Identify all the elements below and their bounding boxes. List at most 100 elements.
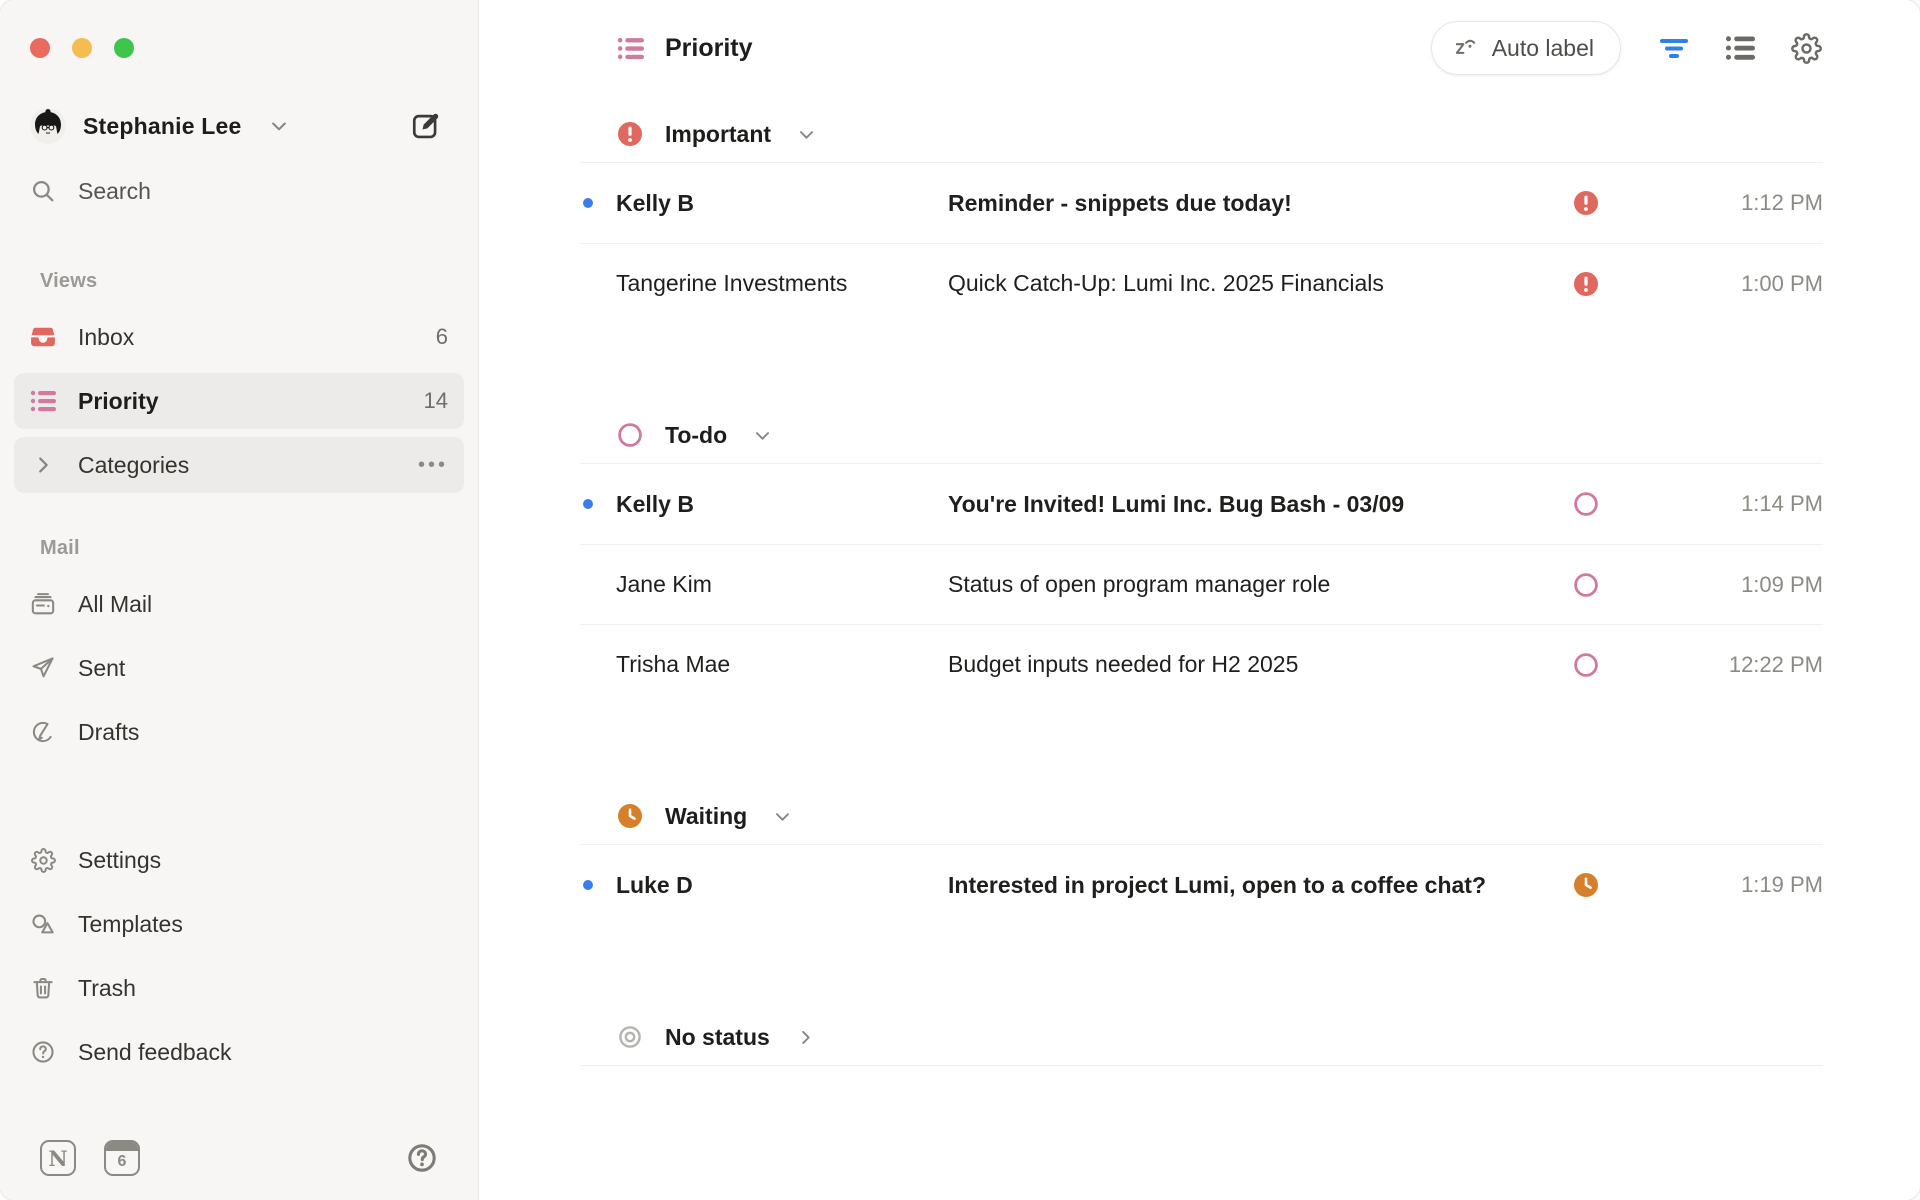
auto-label-icon bbox=[1452, 35, 1478, 61]
section-todo: To-do Kelly B You're Invited! Lumi Inc. … bbox=[580, 407, 1823, 704]
email-time: 1:09 PM bbox=[1655, 572, 1823, 598]
views-section-label: Views bbox=[40, 270, 478, 293]
inbox-count-badge: 6 bbox=[436, 324, 448, 350]
sidebar-item-label: Send feedback bbox=[78, 1039, 231, 1066]
email-subject: Status of open program manager role bbox=[948, 571, 1573, 598]
sidebar-item-categories[interactable]: Categories ••• bbox=[14, 437, 464, 493]
sidebar-item-all-mail[interactable]: All Mail bbox=[14, 576, 464, 632]
chevron-down-icon bbox=[753, 426, 772, 445]
inbox-icon bbox=[30, 324, 56, 350]
sidebar: Stephanie Lee Search Views bbox=[0, 0, 479, 1200]
close-window-button[interactable] bbox=[30, 38, 50, 58]
priority-list-icon bbox=[30, 388, 56, 414]
email-row[interactable]: Jane Kim Status of open program manager … bbox=[580, 544, 1823, 624]
email-sender: Kelly B bbox=[616, 491, 948, 518]
important-icon bbox=[617, 121, 643, 147]
sidebar-item-templates[interactable]: Templates bbox=[14, 896, 464, 952]
paper-plane-icon bbox=[30, 655, 56, 681]
email-row[interactable]: Kelly B You're Invited! Lumi Inc. Bug Ba… bbox=[580, 464, 1823, 544]
section-waiting: Waiting Luke D Interested in project Lum… bbox=[580, 788, 1823, 925]
sidebar-bottom-bar: N 6 bbox=[40, 1138, 442, 1178]
email-sender: Tangerine Investments bbox=[616, 270, 948, 297]
email-sender: Kelly B bbox=[616, 190, 948, 217]
minimize-window-button[interactable] bbox=[72, 38, 92, 58]
sidebar-item-inbox[interactable]: Inbox 6 bbox=[14, 309, 464, 365]
help-button[interactable] bbox=[402, 1138, 442, 1178]
chevron-down-icon bbox=[797, 125, 816, 144]
email-row[interactable]: Trisha Mae Budget inputs needed for H2 2… bbox=[580, 624, 1823, 704]
waiting-clock-icon bbox=[617, 803, 643, 829]
search-icon bbox=[30, 178, 56, 204]
unread-dot bbox=[583, 198, 593, 208]
email-row[interactable]: Luke D Interested in project Lumi, open … bbox=[580, 845, 1823, 925]
priority-list-icon bbox=[617, 35, 643, 61]
email-time: 1:12 PM bbox=[1655, 190, 1823, 216]
email-time: 1:00 PM bbox=[1655, 271, 1823, 297]
search-label: Search bbox=[78, 178, 151, 205]
categories-more-button[interactable]: ••• bbox=[418, 454, 448, 477]
notion-glyph: N bbox=[48, 1146, 67, 1171]
section-header-waiting[interactable]: Waiting bbox=[580, 788, 1823, 844]
priority-count-badge: 14 bbox=[424, 388, 448, 414]
no-status-icon bbox=[617, 1024, 643, 1050]
chevron-right-icon bbox=[30, 452, 56, 478]
status-todo-icon[interactable] bbox=[1573, 652, 1599, 678]
draft-pencil-icon bbox=[30, 719, 56, 745]
sidebar-item-label: Priority bbox=[78, 388, 159, 415]
email-sender: Trisha Mae bbox=[616, 651, 948, 678]
auto-label-button[interactable]: Auto label bbox=[1431, 21, 1621, 75]
email-subject: Quick Catch-Up: Lumi Inc. 2025 Financial… bbox=[948, 270, 1573, 297]
email-subject: You're Invited! Lumi Inc. Bug Bash - 03/… bbox=[948, 491, 1573, 518]
unread-dot bbox=[583, 580, 593, 590]
email-subject: Reminder - snippets due today! bbox=[948, 190, 1573, 217]
sidebar-item-send-feedback[interactable]: Send feedback bbox=[14, 1024, 464, 1080]
question-circle-icon bbox=[30, 1039, 56, 1065]
status-todo-icon[interactable] bbox=[1573, 572, 1599, 598]
email-subject: Budget inputs needed for H2 2025 bbox=[948, 651, 1573, 678]
sidebar-item-label: Settings bbox=[78, 847, 161, 874]
account-switcher[interactable]: Stephanie Lee bbox=[30, 108, 289, 144]
section-header-no-status[interactable]: No status bbox=[580, 1009, 1823, 1065]
sidebar-item-settings[interactable]: Settings bbox=[14, 832, 464, 888]
account-row: Stephanie Lee bbox=[14, 102, 464, 150]
chevron-down-icon bbox=[269, 116, 289, 136]
zoom-window-button[interactable] bbox=[114, 38, 134, 58]
email-time: 1:19 PM bbox=[1655, 872, 1823, 898]
status-todo-icon[interactable] bbox=[1573, 491, 1599, 517]
email-time: 12:22 PM bbox=[1655, 652, 1823, 678]
notion-logo-icon[interactable]: N bbox=[40, 1140, 76, 1176]
window-controls bbox=[0, 0, 478, 58]
status-waiting-icon[interactable] bbox=[1573, 872, 1599, 898]
sidebar-item-priority[interactable]: Priority 14 bbox=[14, 373, 464, 429]
calendar-icon[interactable]: 6 bbox=[104, 1140, 140, 1176]
email-sender: Luke D bbox=[616, 872, 948, 899]
email-sender: Jane Kim bbox=[616, 571, 948, 598]
sidebar-item-label: Sent bbox=[78, 655, 125, 682]
unread-dot bbox=[583, 279, 593, 289]
sidebar-item-label: All Mail bbox=[78, 591, 152, 618]
unread-dot bbox=[583, 499, 593, 509]
sidebar-item-label: Categories bbox=[78, 452, 189, 479]
section-header-important[interactable]: Important bbox=[580, 106, 1823, 162]
sidebar-item-drafts[interactable]: Drafts bbox=[14, 704, 464, 760]
section-title: No status bbox=[665, 1024, 770, 1051]
list-view-icon[interactable] bbox=[1723, 31, 1757, 65]
filter-icon[interactable] bbox=[1657, 31, 1691, 65]
email-row[interactable]: Tangerine Investments Quick Catch-Up: Lu… bbox=[580, 243, 1823, 323]
sidebar-item-sent[interactable]: Sent bbox=[14, 640, 464, 696]
status-important-icon[interactable] bbox=[1573, 190, 1599, 216]
all-mail-icon bbox=[30, 591, 56, 617]
unread-dot bbox=[583, 660, 593, 670]
sidebar-item-label: Drafts bbox=[78, 719, 139, 746]
compose-button[interactable] bbox=[404, 104, 448, 148]
view-settings-gear-icon[interactable] bbox=[1789, 31, 1823, 65]
status-important-icon[interactable] bbox=[1573, 271, 1599, 297]
section-header-todo[interactable]: To-do bbox=[580, 407, 1823, 463]
mail-section-label: Mail bbox=[40, 537, 478, 560]
email-row[interactable]: Kelly B Reminder - snippets due today! 1… bbox=[580, 163, 1823, 243]
sidebar-item-trash[interactable]: Trash bbox=[14, 960, 464, 1016]
todo-icon bbox=[617, 422, 643, 448]
section-title: Waiting bbox=[665, 803, 747, 830]
page-title: Priority bbox=[665, 34, 753, 63]
search-button[interactable]: Search bbox=[14, 166, 464, 216]
